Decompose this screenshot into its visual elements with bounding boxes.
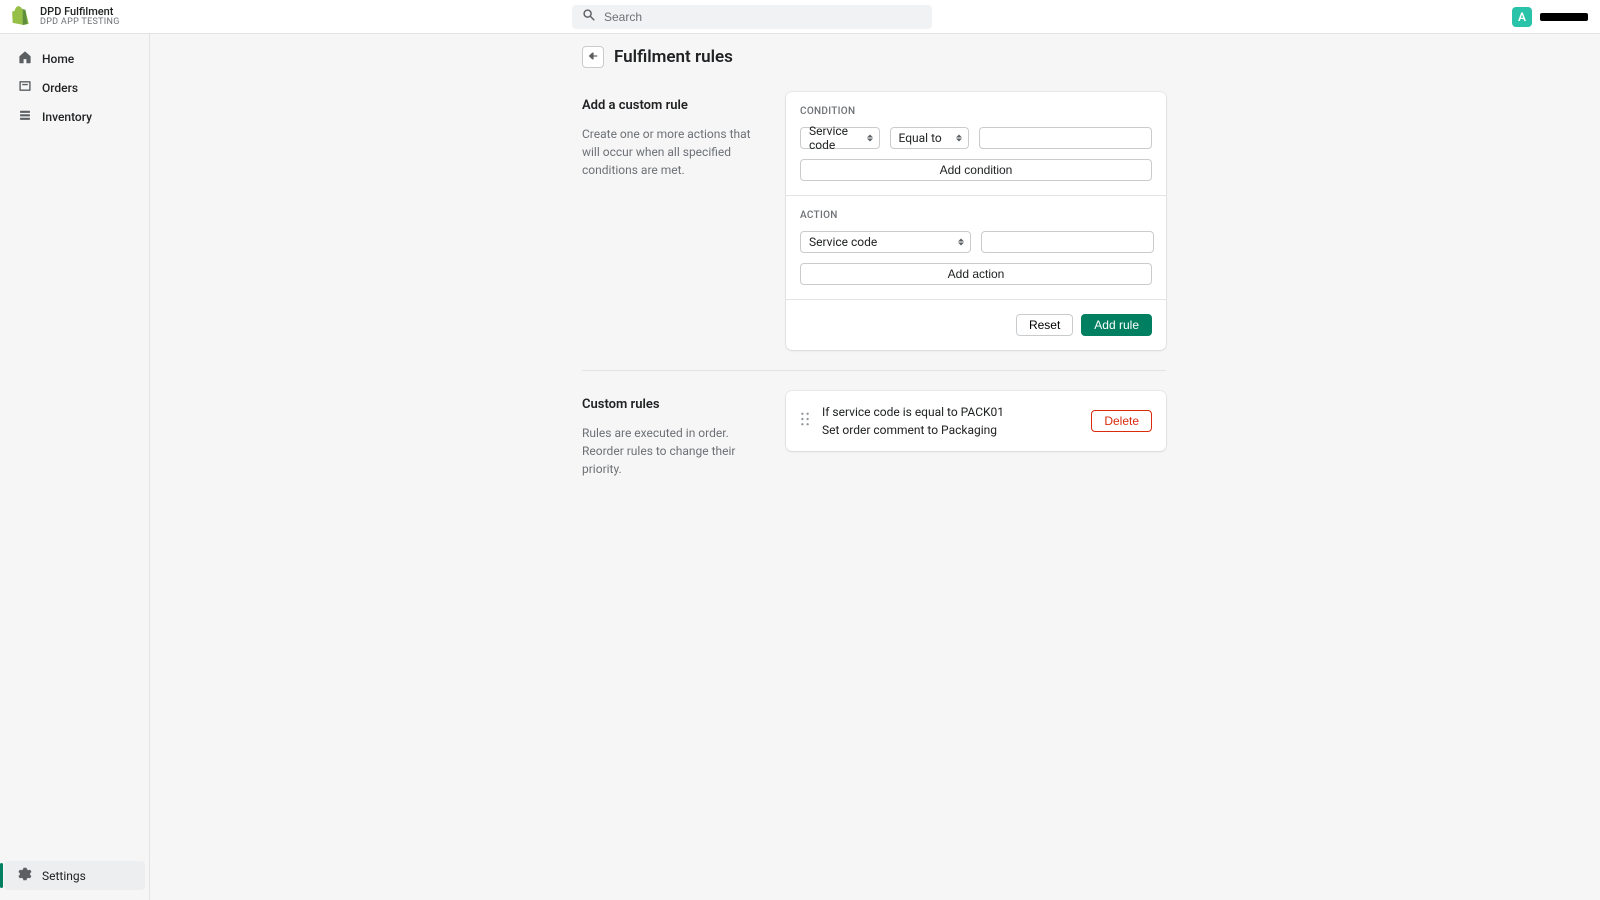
select-value: Equal to [899, 131, 942, 145]
custom-rules-heading: Custom rules [582, 397, 766, 412]
rule-description: If service code is equal to PACK01 Set o… [822, 403, 1079, 439]
user-menu[interactable]: A [1512, 7, 1588, 27]
main-content: Fulfilment rules Add a custom rule Creat… [150, 34, 1600, 900]
page-title: Fulfilment rules [614, 47, 733, 67]
brand-subtitle: DPD APP TESTING [40, 18, 120, 28]
add-rule-card: Condition Service code Equal to [786, 92, 1166, 350]
add-rule-button[interactable]: Add rule [1081, 314, 1152, 336]
search-field[interactable] [572, 5, 932, 29]
avatar: A [1512, 7, 1532, 27]
rule-condition-text: If service code is equal to PACK01 [822, 403, 1079, 421]
sidebar-item-label: Home [42, 52, 74, 66]
select-value: Service code [809, 235, 877, 249]
select-caret-icon [958, 239, 964, 246]
brand-block: DPD Fulfilment DPD APP TESTING [12, 6, 150, 28]
arrow-left-icon [587, 50, 599, 65]
sidebar-item-label: Inventory [42, 110, 92, 124]
home-icon [18, 50, 32, 67]
page-header: Fulfilment rules [582, 46, 1166, 68]
orders-icon [18, 79, 32, 96]
delete-rule-button[interactable]: Delete [1091, 410, 1152, 432]
section-divider [582, 370, 1166, 371]
custom-rules-description: Rules are executed in order. Reorder rul… [582, 424, 766, 478]
back-button[interactable] [582, 46, 604, 68]
brand-title: DPD Fulfilment [40, 6, 120, 18]
sidebar-item-settings[interactable]: Settings [4, 861, 145, 890]
select-caret-icon [867, 135, 873, 142]
sidebar-item-orders[interactable]: Orders [4, 74, 145, 101]
sidebar-item-label: Orders [42, 81, 78, 95]
condition-value-input[interactable] [979, 127, 1152, 149]
shopify-logo-icon [12, 7, 30, 25]
inventory-icon [18, 108, 32, 125]
add-action-button[interactable]: Add action [800, 263, 1152, 285]
rule-item: If service code is equal to PACK01 Set o… [786, 391, 1166, 451]
select-value: Service code [809, 124, 871, 152]
action-label: Action [800, 210, 1152, 221]
action-field-select[interactable]: Service code [800, 231, 971, 253]
user-name [1540, 13, 1588, 21]
sidebar-item-home[interactable]: Home [4, 45, 145, 72]
sidebar-item-inventory[interactable]: Inventory [4, 103, 145, 130]
add-rule-heading: Add a custom rule [582, 98, 766, 113]
select-caret-icon [956, 135, 962, 142]
gear-icon [18, 867, 32, 884]
reset-button[interactable]: Reset [1016, 314, 1073, 336]
settings-label: Settings [42, 869, 86, 883]
drag-handle-icon[interactable] [800, 412, 810, 430]
condition-field-select[interactable]: Service code [800, 127, 880, 149]
top-bar: DPD Fulfilment DPD APP TESTING A [0, 0, 1600, 34]
add-rule-description: Create one or more actions that will occ… [582, 125, 766, 179]
search-icon [582, 8, 596, 26]
add-condition-button[interactable]: Add condition [800, 159, 1152, 181]
action-value-input[interactable] [981, 231, 1154, 253]
search-input[interactable] [604, 10, 922, 24]
sidebar: Home Orders Inventory Settings [0, 34, 150, 900]
rule-action-text: Set order comment to Packaging [822, 421, 1079, 439]
condition-operator-select[interactable]: Equal to [890, 127, 970, 149]
condition-label: Condition [800, 106, 1152, 117]
